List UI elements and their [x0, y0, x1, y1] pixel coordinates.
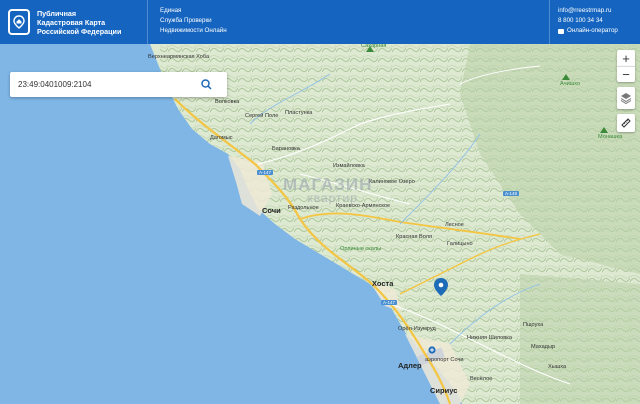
place-label: Пластунка	[285, 110, 313, 116]
map-graphics	[0, 44, 640, 404]
zoom-in-button[interactable]: +	[617, 50, 635, 66]
city-label-adler: Адлер	[398, 361, 422, 370]
place-label: Нижняя Шиловка	[467, 335, 512, 341]
site-title-line3: Российской Федерации	[37, 26, 122, 36]
measure-button[interactable]	[617, 114, 635, 132]
peak-label: Ачишхо	[560, 81, 581, 87]
site-title: Публичная Кадастровая Карта Российской Ф…	[37, 9, 121, 36]
place-label: Калиновое Озеро	[369, 179, 415, 185]
place-label: Хышха	[548, 364, 567, 370]
place-label: Весёлое	[470, 376, 493, 382]
road-sign: А-147	[381, 300, 398, 305]
chat-icon	[558, 28, 564, 34]
road-sign: А-148	[503, 191, 520, 196]
map-canvas[interactable]: Верхнеармянская Хоба Волковка Сергей Пол…	[0, 43, 640, 404]
place-label: Махадыр	[531, 344, 556, 350]
logo-icon	[8, 9, 30, 35]
email-link[interactable]: info@rreestrmap.ru	[558, 6, 618, 16]
place-label: Галицыно	[447, 241, 473, 247]
place-label: Волковка	[215, 99, 240, 105]
city-label-sirius: Сириус	[430, 386, 458, 395]
place-label: Орёл-Изумруд	[398, 326, 436, 332]
place-label: Сергей Поле	[245, 113, 279, 119]
ruler-icon	[621, 118, 631, 128]
layers-icon	[620, 93, 632, 104]
chat-label: Онлайн-оператор	[567, 27, 618, 34]
layers-button[interactable]	[617, 87, 635, 109]
place-label: аэропорт Сочи	[425, 357, 464, 363]
service-line2: Служба Проверки	[160, 17, 212, 24]
logo-block[interactable]: Публичная Кадастровая Карта Российской Ф…	[0, 0, 148, 44]
site-title-line1: Публичная	[37, 8, 77, 18]
cadastral-search-input[interactable]	[10, 80, 195, 89]
watermark: МАГАЗИН квартир	[283, 176, 372, 205]
search-box	[10, 72, 227, 97]
place-label: Красная Воля	[396, 234, 433, 240]
city-label-khosta: Хоста	[372, 279, 394, 288]
road-sign: А-147	[257, 170, 274, 175]
chat-link[interactable]: Онлайн-оператор	[558, 26, 618, 36]
phone-link[interactable]: 8 800 100 34 34	[558, 16, 618, 26]
city-label-sochi: Сочи	[262, 206, 281, 215]
peak-label: Монашка	[598, 134, 623, 140]
place-label: Верхнеармянская Хоба	[148, 54, 210, 60]
contact-block: info@rreestrmap.ru 8 800 100 34 34 Онлай…	[550, 0, 618, 44]
place-label: Пщоуха	[523, 322, 544, 328]
zoom-out-button[interactable]: −	[617, 66, 635, 82]
app-root: Публичная Кадастровая Карта Российской Ф…	[0, 0, 640, 404]
watermark-line2: квартир	[307, 191, 358, 205]
place-label: Орлиные скалы	[340, 246, 382, 252]
place-label: Лесное	[445, 222, 464, 228]
search-icon	[200, 79, 212, 90]
search-button[interactable]	[195, 74, 217, 96]
header-bar: Публичная Кадастровая Карта Российской Ф…	[0, 0, 640, 44]
place-label: Дагомыс	[210, 135, 233, 141]
service-block: Единая Служба Проверки Недвижимости Онла…	[148, 0, 550, 44]
site-title-line2: Кадастровая Карта	[37, 17, 106, 27]
service-line3: Недвижимости Онлайн	[160, 27, 227, 34]
place-label: Барановка	[272, 146, 300, 152]
place-label: Раздольное	[288, 205, 319, 211]
place-label: Измайловка	[333, 163, 365, 169]
service-line1: Единая	[160, 7, 182, 14]
